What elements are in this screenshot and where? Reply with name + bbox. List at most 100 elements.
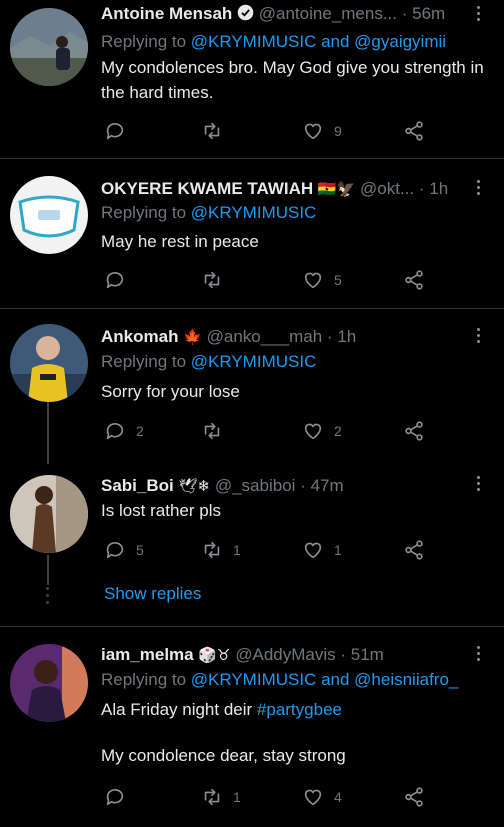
thread-dots <box>46 587 49 608</box>
retweet-button[interactable] <box>201 119 233 143</box>
share-button[interactable] <box>403 119 425 143</box>
replying-to: Replying to @KRYMIMUSIC and @heisniiafro… <box>101 670 459 689</box>
action-bar: 9 <box>101 119 441 143</box>
tweet-antoine[interactable]: Antoine Mensah @antoine_mens... · 56m Re… <box>0 0 504 160</box>
timestamp[interactable]: 1h <box>337 327 356 346</box>
replying-to: Replying to @KRYMIMUSIC and @gyaigyimii <box>101 32 447 51</box>
avatar[interactable] <box>10 324 88 402</box>
name-emoji: 🇬🇭🦅 <box>317 181 356 198</box>
like-icon <box>304 789 322 806</box>
retweet-icon <box>204 422 220 440</box>
reply-icon <box>106 788 124 806</box>
retweet-icon <box>204 541 220 559</box>
handle[interactable]: @AddyMavis <box>235 645 335 664</box>
handle[interactable]: @okt... <box>360 179 414 198</box>
more-options-icon[interactable] <box>476 180 482 198</box>
tweet-header: Sabi_Boi 🕊❄ @_sabiboi · 47m <box>101 476 344 495</box>
reply-icon <box>106 541 124 559</box>
show-replies-link[interactable]: Show replies <box>104 584 201 604</box>
like-button[interactable]: 9 <box>302 119 342 143</box>
retweet-button[interactable]: 1 <box>201 785 241 809</box>
handle[interactable]: @anko___mah <box>207 327 323 346</box>
timestamp[interactable]: 1h <box>429 179 448 198</box>
retweet-button[interactable] <box>201 419 233 443</box>
tweet-iam-melma[interactable]: iam_melma 🎲♉ @AddyMavis · 51m Replying t… <box>0 628 504 827</box>
handle[interactable]: @antoine_mens... <box>259 4 397 23</box>
avatar[interactable] <box>10 644 88 722</box>
reply-button[interactable] <box>104 785 136 809</box>
like-button[interactable]: 4 <box>302 785 342 809</box>
tweet-ankomah[interactable]: Ankomah 🍁 @anko___mah · 1h Replying to @… <box>0 310 504 460</box>
name-emoji: 🎲♉ <box>198 647 231 664</box>
like-button[interactable]: 5 <box>302 268 342 292</box>
reply-button[interactable] <box>104 119 136 143</box>
action-bar: 5 <box>101 268 441 292</box>
replying-to: Replying to @KRYMIMUSIC <box>101 352 317 371</box>
more-options-icon[interactable] <box>476 646 482 664</box>
display-name[interactable]: Ankomah <box>101 327 178 346</box>
mention-link[interactable]: @KRYMIMUSIC and @heisniiafro_ <box>191 670 459 689</box>
avatar[interactable] <box>10 176 88 254</box>
like-button[interactable]: 1 <box>302 538 342 562</box>
tweet-text: May he rest in peace <box>101 232 259 251</box>
like-icon <box>304 123 322 140</box>
tweet-text: Is lost rather pls <box>101 501 221 520</box>
reply-button[interactable] <box>104 268 136 292</box>
mention-link[interactable]: @KRYMIMUSIC <box>191 203 317 222</box>
more-options-icon[interactable] <box>476 476 482 494</box>
action-bar: 1 4 <box>101 785 441 809</box>
retweet-button[interactable]: 1 <box>201 538 241 562</box>
share-icon <box>405 421 423 441</box>
tweet-header: Antoine Mensah @antoine_mens... · 56m <box>101 4 446 23</box>
reply-icon <box>106 422 124 440</box>
reply-icon <box>106 122 124 140</box>
tweet-text-line2: My condolence dear, stay strong <box>101 746 346 765</box>
share-icon <box>405 540 423 560</box>
timestamp[interactable]: 56m <box>412 4 445 23</box>
share-icon <box>405 121 423 141</box>
reply-icon <box>106 271 124 289</box>
reply-button[interactable]: 2 <box>104 419 144 443</box>
display-name[interactable]: Sabi_Boi <box>101 476 174 495</box>
share-icon <box>405 270 423 290</box>
tweet-header: OKYERE KWAME TAWIAH 🇬🇭🦅 @okt... · 1h <box>101 179 449 198</box>
display-name[interactable]: iam_melma <box>101 645 194 664</box>
action-bar: 5 1 1 <box>101 538 441 562</box>
avatar[interactable] <box>10 475 88 553</box>
replying-to: Replying to @KRYMIMUSIC <box>101 203 317 222</box>
tweet-okyere[interactable]: OKYERE KWAME TAWIAH 🇬🇭🦅 @okt... · 1h Rep… <box>0 160 504 310</box>
handle[interactable]: @_sabiboi <box>215 476 296 495</box>
hashtag-link[interactable]: #partygbee <box>257 700 342 719</box>
like-button[interactable]: 2 <box>302 419 342 443</box>
verified-badge-icon <box>237 4 254 21</box>
tweet-sabiboi[interactable]: Sabi_Boi 🕊❄ @_sabiboi · 47m Is lost rath… <box>0 462 504 572</box>
like-icon <box>304 542 322 559</box>
share-icon <box>405 787 423 807</box>
divider <box>0 158 504 159</box>
tweet-text: My condolences bro. May God give you str… <box>101 58 484 102</box>
mention-link[interactable]: @KRYMIMUSIC <box>191 352 317 371</box>
retweet-icon <box>204 788 220 806</box>
reply-button[interactable]: 5 <box>104 538 144 562</box>
name-emoji: 🍁 <box>183 329 202 346</box>
timestamp[interactable]: 51m <box>351 645 384 664</box>
share-button[interactable] <box>403 419 425 443</box>
share-button[interactable] <box>403 268 425 292</box>
divider <box>0 308 504 309</box>
mention-link[interactable]: @KRYMIMUSIC and @gyaigyimii <box>191 32 446 51</box>
share-button[interactable] <box>403 785 425 809</box>
display-name[interactable]: Antoine Mensah <box>101 4 232 23</box>
retweet-icon <box>204 271 220 289</box>
tweet-text: Sorry for your lose <box>101 382 240 401</box>
tweet-header: Ankomah 🍁 @anko___mah · 1h <box>101 327 357 346</box>
avatar[interactable] <box>10 8 88 86</box>
tweet-header: iam_melma 🎲♉ @AddyMavis · 51m <box>101 645 384 664</box>
share-button[interactable] <box>403 538 425 562</box>
like-icon <box>304 272 322 289</box>
more-options-icon[interactable] <box>476 328 482 346</box>
more-options-icon[interactable] <box>476 6 482 24</box>
timestamp[interactable]: 47m <box>311 476 344 495</box>
display-name[interactable]: OKYERE KWAME TAWIAH <box>101 179 313 198</box>
retweet-button[interactable] <box>201 268 233 292</box>
name-emoji: 🕊❄ <box>178 478 211 495</box>
